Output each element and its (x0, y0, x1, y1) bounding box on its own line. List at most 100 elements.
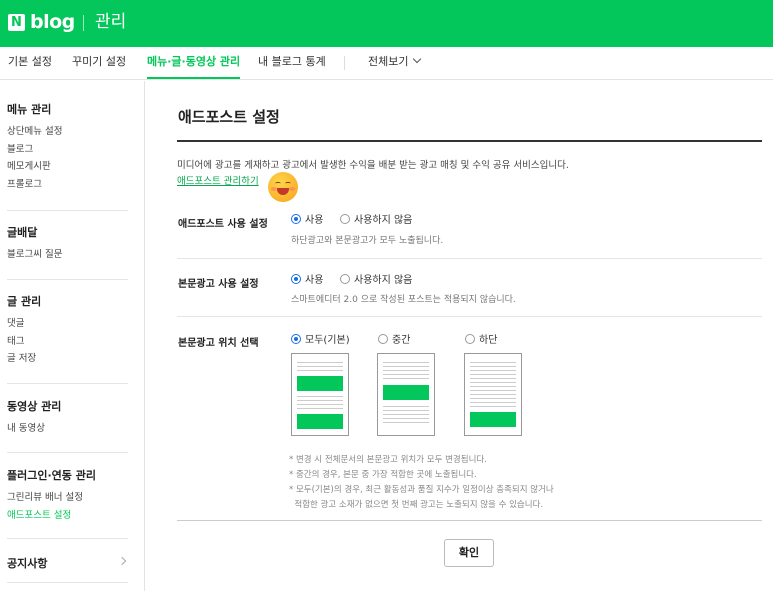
position-notes: * 변경 시 전체문서의 본문광고 위치가 모두 변경됩니다. * 중간의 경우… (289, 453, 554, 513)
preview-text-line (297, 370, 343, 371)
preview-text-line (383, 370, 429, 371)
body-ad-position-label: 본문광고 위치 선택 (178, 338, 259, 349)
note-line: * 변경 시 전체문서의 본문광고 위치가 모두 변경됩니다. (289, 455, 487, 465)
radio-label: 사용하지 않음 (354, 215, 413, 226)
note-line: * 중간의 경우, 본문 중 가장 적합한 곳에 노출됩니다. (289, 470, 477, 480)
preview-text-line (470, 378, 516, 379)
preview-text-line (297, 408, 343, 409)
form-bottom-divider (177, 520, 762, 521)
preview-text-line (383, 378, 429, 379)
preview-text-line (470, 366, 516, 367)
position-bottom-preview[interactable] (464, 353, 522, 436)
preview-ad-block (383, 385, 429, 400)
position-middle-preview[interactable] (377, 353, 435, 436)
body-ad-use-hint: 스마트에디터 2.0 으로 작성된 포스트는 적용되지 않습니다. (291, 295, 516, 305)
emoji-mouth (277, 188, 289, 195)
nav-divider (344, 56, 345, 70)
adpost-manage-link[interactable]: 애드포스트 관리하기 (177, 173, 259, 187)
sidebar-item-tags[interactable]: 태그 (7, 333, 128, 351)
adpost-use-off-radio[interactable]: 사용하지 않음 (340, 214, 412, 227)
sidebar-item-memo-board[interactable]: 메모게시판 (7, 158, 128, 176)
sidebar-section-title: 플러그인·연동 관리 (7, 469, 96, 482)
preview-text-line (383, 418, 429, 419)
adpost-use-on-radio[interactable]: 사용 (291, 214, 323, 227)
body-ad-use-on-radio[interactable]: 사용 (291, 274, 323, 287)
tab-menu-post-video[interactable]: 메뉴·글·동영상 관리 (147, 47, 241, 79)
sidebar-section-menu: 메뉴 관리 상단메뉴 설정 블로그 메모게시판 프롤로그 (7, 103, 128, 193)
sidebar-divider (7, 452, 128, 453)
radio-unselected-icon (340, 214, 350, 224)
sidebar-item-notice[interactable]: 공지사항 (7, 555, 128, 571)
admin-title: 관리 (95, 12, 127, 32)
naver-n-logo[interactable]: N (8, 14, 25, 31)
preview-text-line (297, 400, 343, 401)
adpost-use-label: 애드포스트 사용 설정 (178, 219, 268, 230)
radio-label: 모두(기본) (305, 335, 350, 346)
sidebar-section-title: 글배달 (7, 226, 38, 239)
sidebar-item-my-videos[interactable]: 내 동영상 (7, 420, 128, 438)
tab-decorate-settings[interactable]: 꾸미기 설정 (72, 47, 126, 79)
sidebar-section-delivery: 글배달 블로그씨 질문 (7, 226, 128, 264)
page-title: 애드포스트 설정 (178, 108, 280, 126)
sidebar-section-title: 메뉴 관리 (7, 103, 52, 116)
sidebar-item-green-review-banner[interactable]: 그린리뷰 배너 설정 (7, 489, 128, 507)
radio-unselected-icon (378, 334, 388, 344)
sidebar-item-top-menu[interactable]: 상단메뉴 설정 (7, 123, 128, 141)
radio-unselected-icon (465, 334, 475, 344)
preview-text-line (383, 422, 429, 423)
sidebar-section-plugins: 플러그인·연동 관리 그린리뷰 배너 설정 애드포스트 설정 (7, 469, 128, 524)
radio-selected-icon (291, 214, 301, 224)
sidebar-item-adpost-settings[interactable]: 애드포스트 설정 (7, 507, 128, 525)
preview-text-line (470, 406, 516, 407)
preview-text-line (470, 390, 516, 391)
tab-basic-settings[interactable]: 기본 설정 (8, 47, 52, 79)
position-middle-radio[interactable]: 중간 (378, 334, 410, 347)
preview-text-line (470, 362, 516, 363)
confirm-button[interactable]: 확인 (444, 539, 494, 567)
body-ad-use-off-radio[interactable]: 사용하지 않음 (340, 274, 412, 287)
radio-label: 사용 (305, 275, 324, 286)
adpost-use-hint: 하단광고와 본문광고가 모두 노출됩니다. (291, 236, 444, 246)
header-divider (83, 15, 84, 31)
row-divider (177, 258, 762, 259)
sidebar: 메뉴 관리 상단메뉴 설정 블로그 메모게시판 프롤로그 글배달 블로그씨 질문… (0, 81, 145, 591)
preview-text-line (383, 362, 429, 363)
sidebar-item-prologue[interactable]: 프롤로그 (7, 176, 128, 194)
body-ad-use-label: 본문광고 사용 설정 (178, 279, 259, 290)
view-all-label: 전체보기 (368, 55, 409, 68)
radio-label: 중간 (392, 335, 411, 346)
position-bottom-radio[interactable]: 하단 (465, 334, 497, 347)
preview-ad-block (470, 412, 516, 427)
radio-label: 사용하지 않음 (354, 275, 413, 286)
preview-ad-block (297, 376, 343, 391)
radio-unselected-icon (340, 274, 350, 284)
emoji-eye (275, 182, 281, 185)
tab-view-all[interactable]: 전체보기 (368, 47, 422, 79)
blog-logo[interactable]: blog (30, 10, 75, 34)
radio-label: 하단 (479, 335, 498, 346)
sidebar-divider (7, 538, 128, 539)
preview-text-line (383, 414, 429, 415)
sidebar-item-blog[interactable]: 블로그 (7, 141, 128, 159)
tab-blog-stats[interactable]: 내 블로그 통계 (258, 47, 326, 79)
position-all-preview[interactable] (291, 353, 349, 436)
sidebar-divider (7, 582, 128, 583)
sidebar-item-blogc-question[interactable]: 블로그씨 질문 (7, 246, 128, 264)
sidebar-divider (7, 383, 128, 384)
sidebar-item-comments[interactable]: 댓글 (7, 315, 128, 333)
preview-text-line (470, 370, 516, 371)
position-all-radio[interactable]: 모두(기본) (291, 334, 350, 347)
sidebar-section-title: 글 관리 (7, 295, 42, 308)
preview-text-line (470, 382, 516, 383)
chevron-down-icon (413, 54, 422, 64)
preview-ad-block (297, 414, 343, 429)
sidebar-item-saved-posts[interactable]: 글 저장 (7, 350, 128, 368)
sidebar-divider (7, 210, 128, 211)
radio-selected-icon (291, 334, 301, 344)
preview-text-line (383, 410, 429, 411)
radio-selected-icon (291, 274, 301, 284)
chevron-right-icon (117, 556, 127, 566)
radio-label: 사용 (305, 215, 324, 226)
emoji-eye (285, 182, 291, 185)
preview-text-line (383, 406, 429, 407)
